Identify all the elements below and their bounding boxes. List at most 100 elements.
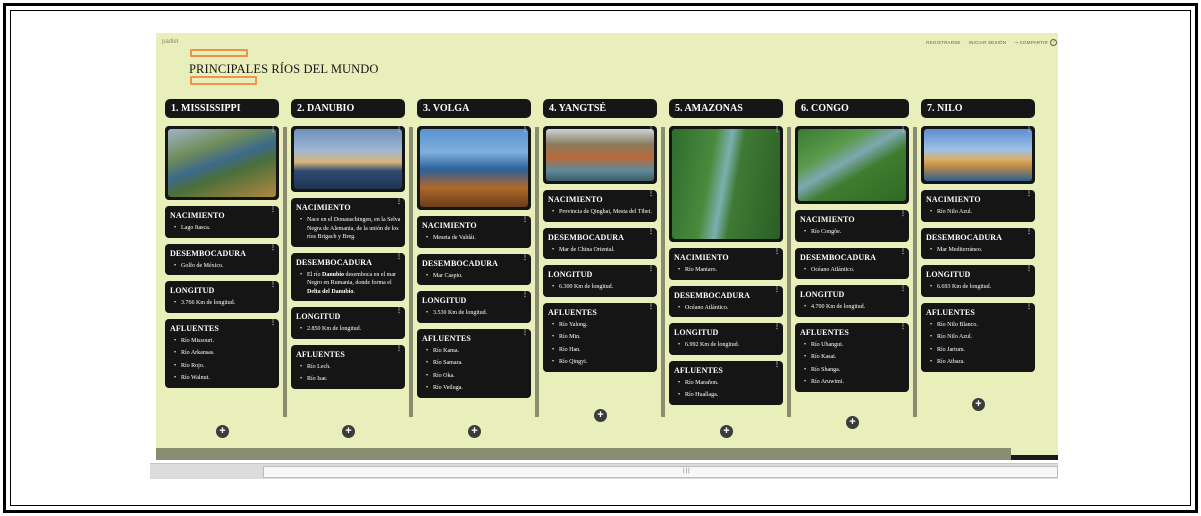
column-scrollbar[interactable]: [283, 127, 287, 417]
image-card[interactable]: ⋮: [417, 126, 531, 210]
info-card[interactable]: ⋮ LONGITUD 6.300 Km de longitud.: [543, 265, 657, 297]
more-options-icon[interactable]: ⋮: [396, 346, 402, 352]
more-options-icon[interactable]: ⋮: [774, 249, 780, 255]
info-card[interactable]: ⋮ DESEMBOCADURA Mar Mediterráneo.: [921, 227, 1035, 259]
image-card[interactable]: ⋮: [921, 126, 1035, 184]
more-options-icon[interactable]: ⋮: [1026, 191, 1032, 197]
add-post-button[interactable]: +: [846, 416, 859, 429]
column-header[interactable]: 1. MISSISSIPPI: [165, 99, 279, 118]
info-card[interactable]: ⋮ NACIMIENTO Nace en el Donauschingen, en …: [291, 198, 405, 247]
more-options-icon[interactable]: ⋮: [270, 320, 276, 326]
add-post-button[interactable]: +: [468, 425, 481, 438]
info-card[interactable]: ⋮ NACIMIENTO Lago Itasca.: [165, 206, 279, 238]
more-options-icon[interactable]: ⋮: [270, 127, 276, 133]
horizontal-scrollbar[interactable]: [156, 448, 1011, 460]
more-options-icon[interactable]: ⋮: [900, 127, 906, 133]
info-card[interactable]: ⋮ NACIMIENTO Río Mantaro.: [669, 248, 783, 280]
info-card[interactable]: ⋮ NACIMIENTO Río Congõe.: [795, 210, 909, 242]
image-card[interactable]: ⋮: [543, 126, 657, 184]
more-options-icon[interactable]: ⋮: [522, 255, 528, 261]
info-card[interactable]: ⋮AFLUENTESRío Kama.Río Samara.Río Oka.Rí…: [417, 328, 531, 398]
info-card[interactable]: ⋮ DESEMBOCADURA Océano Atlántico.: [669, 285, 783, 317]
more-options-icon[interactable]: ⋮: [270, 245, 276, 251]
more-options-icon[interactable]: ⋮: [270, 207, 276, 213]
more-options-icon[interactable]: ⋮: [900, 249, 906, 255]
more-options-icon[interactable]: ⋮: [648, 191, 654, 197]
info-card[interactable]: ⋮ LONGITUD 3.766 Km de longitud.: [165, 281, 279, 313]
column-scrollbar[interactable]: [787, 127, 791, 417]
add-post-button[interactable]: +: [342, 425, 355, 438]
column-header[interactable]: 5. AMAZONAS: [669, 99, 783, 118]
more-options-icon[interactable]: ⋮: [1026, 127, 1032, 133]
info-card[interactable]: ⋮ DESEMBOCADURA Golfo de México.: [165, 243, 279, 275]
more-options-icon[interactable]: ⋮: [522, 217, 528, 223]
info-card[interactable]: ⋮ DESEMBOCADURA Mar Caspio.: [417, 253, 531, 285]
add-post-button[interactable]: +: [594, 409, 607, 422]
column-header[interactable]: 7. NILO: [921, 99, 1035, 118]
info-card[interactable]: ⋮ DESEMBOCADURA El río Danubio desemboca e…: [291, 252, 405, 301]
padlet-logo[interactable]: padlet: [162, 39, 178, 45]
info-card[interactable]: ⋮ AFLUENTES Río Nilo Blanco. Río Nilo Azul.…: [921, 302, 1035, 372]
register-link[interactable]: REGISTRARSE: [926, 40, 960, 46]
image-card[interactable]: ⋮: [165, 126, 279, 200]
add-post-button[interactable]: +: [216, 425, 229, 438]
info-card[interactable]: ⋮AFLUENTESRío Missouri.Río Arkansas.Río …: [165, 318, 279, 388]
more-options-icon[interactable]: ⋮: [774, 362, 780, 368]
more-options-icon[interactable]: ⋮: [774, 324, 780, 330]
column-scrollbar[interactable]: [535, 127, 539, 417]
card-list: 6.300 Km de longitud.: [548, 283, 653, 292]
browser-scrollbar[interactable]: |||: [150, 463, 1058, 479]
info-card[interactable]: ⋮ NACIMIENTO Provincia de Qinghai, Mesta d…: [543, 190, 657, 222]
image-card[interactable]: ⋮: [669, 126, 783, 242]
info-card[interactable]: ⋮ LONGITUD 6.992 Km de longitud.: [669, 323, 783, 355]
add-post-button[interactable]: +: [720, 425, 733, 438]
info-card[interactable]: ⋮ LONGITUD 2.850 Km de longitud.: [291, 307, 405, 339]
column-header[interactable]: 3. VOLGA: [417, 99, 531, 118]
more-options-icon[interactable]: ⋮: [396, 199, 402, 205]
info-card[interactable]: ⋮ AFLUENTES Río Ubangui. Río Kasai. Río Shan…: [795, 322, 909, 392]
more-options-icon[interactable]: ⋮: [774, 287, 780, 293]
column-header[interactable]: 2. DANUBIO: [291, 99, 405, 118]
more-options-icon[interactable]: ⋮: [1026, 304, 1032, 310]
more-options-icon[interactable]: ⋮: [522, 127, 528, 133]
more-options-icon[interactable]: ⋮: [396, 127, 402, 133]
more-options-icon[interactable]: ⋮: [648, 266, 654, 272]
login-link[interactable]: INICIAR SESIÓN: [969, 40, 1007, 46]
info-card[interactable]: ⋮AFLUENTESRío Yalong.Río Min.Río Han.Río…: [543, 302, 657, 372]
info-card[interactable]: ⋮ LONGITUD 4.700 Km de longitud.: [795, 285, 909, 317]
more-options-icon[interactable]: ⋮: [270, 282, 276, 288]
card-list: Río Kama. Río Samara. Río Oka. Río Vetluga.: [422, 347, 527, 393]
more-options-icon[interactable]: ⋮: [900, 211, 906, 217]
more-options-icon[interactable]: ⋮: [648, 304, 654, 310]
more-options-icon[interactable]: ⋮: [648, 229, 654, 235]
column-header[interactable]: 4. YANGTSÉ: [543, 99, 657, 118]
more-options-icon[interactable]: ⋮: [1026, 266, 1032, 272]
info-card[interactable]: ⋮ DESEMBOCADURA Mar de China Oriental.: [543, 227, 657, 259]
info-card[interactable]: ⋮ NACIMIENTO Río Nilo Azul.: [921, 190, 1035, 222]
image-card[interactable]: ⋮: [291, 126, 405, 192]
image-card[interactable]: ⋮: [795, 126, 909, 204]
more-options-icon[interactable]: ⋮: [1026, 229, 1032, 235]
info-card[interactable]: ⋮ AFLUENTES Río Lech. Río Isar.: [291, 344, 405, 389]
column-scrollbar[interactable]: [913, 127, 917, 417]
scrollbar-thumb[interactable]: [263, 466, 1058, 478]
more-options-icon[interactable]: ⋮: [900, 286, 906, 292]
info-card[interactable]: ⋮ LONGITUD 3.530 Km de longitud.: [417, 291, 531, 323]
info-card[interactable]: ⋮ AFLUENTES Río Marañon. Río Huallaga.: [669, 360, 783, 405]
more-options-icon[interactable]: ⋮: [900, 324, 906, 330]
more-options-icon[interactable]: ⋮: [396, 254, 402, 260]
info-card[interactable]: ⋮ NACIMIENTO Meseta de Valdái.: [417, 216, 531, 248]
help-icon[interactable]: ?: [1050, 39, 1057, 46]
more-options-icon[interactable]: ⋮: [648, 127, 654, 133]
column-scrollbar[interactable]: [409, 127, 413, 417]
more-options-icon[interactable]: ⋮: [522, 292, 528, 298]
info-card[interactable]: ⋮ DESEMBOCADURA Océano Atlántico.: [795, 247, 909, 279]
more-options-icon[interactable]: ⋮: [774, 127, 780, 133]
info-card[interactable]: ⋮ LONGITUD 6.693 Km de longitud.: [921, 265, 1035, 297]
column-header[interactable]: 6. CONGO: [795, 99, 909, 118]
more-options-icon[interactable]: ⋮: [522, 330, 528, 336]
add-post-button[interactable]: +: [972, 398, 985, 411]
more-options-icon[interactable]: ⋮: [396, 308, 402, 314]
column-scrollbar[interactable]: [661, 127, 665, 417]
share-link[interactable]: ⇢ COMPARTIR: [1014, 40, 1048, 46]
